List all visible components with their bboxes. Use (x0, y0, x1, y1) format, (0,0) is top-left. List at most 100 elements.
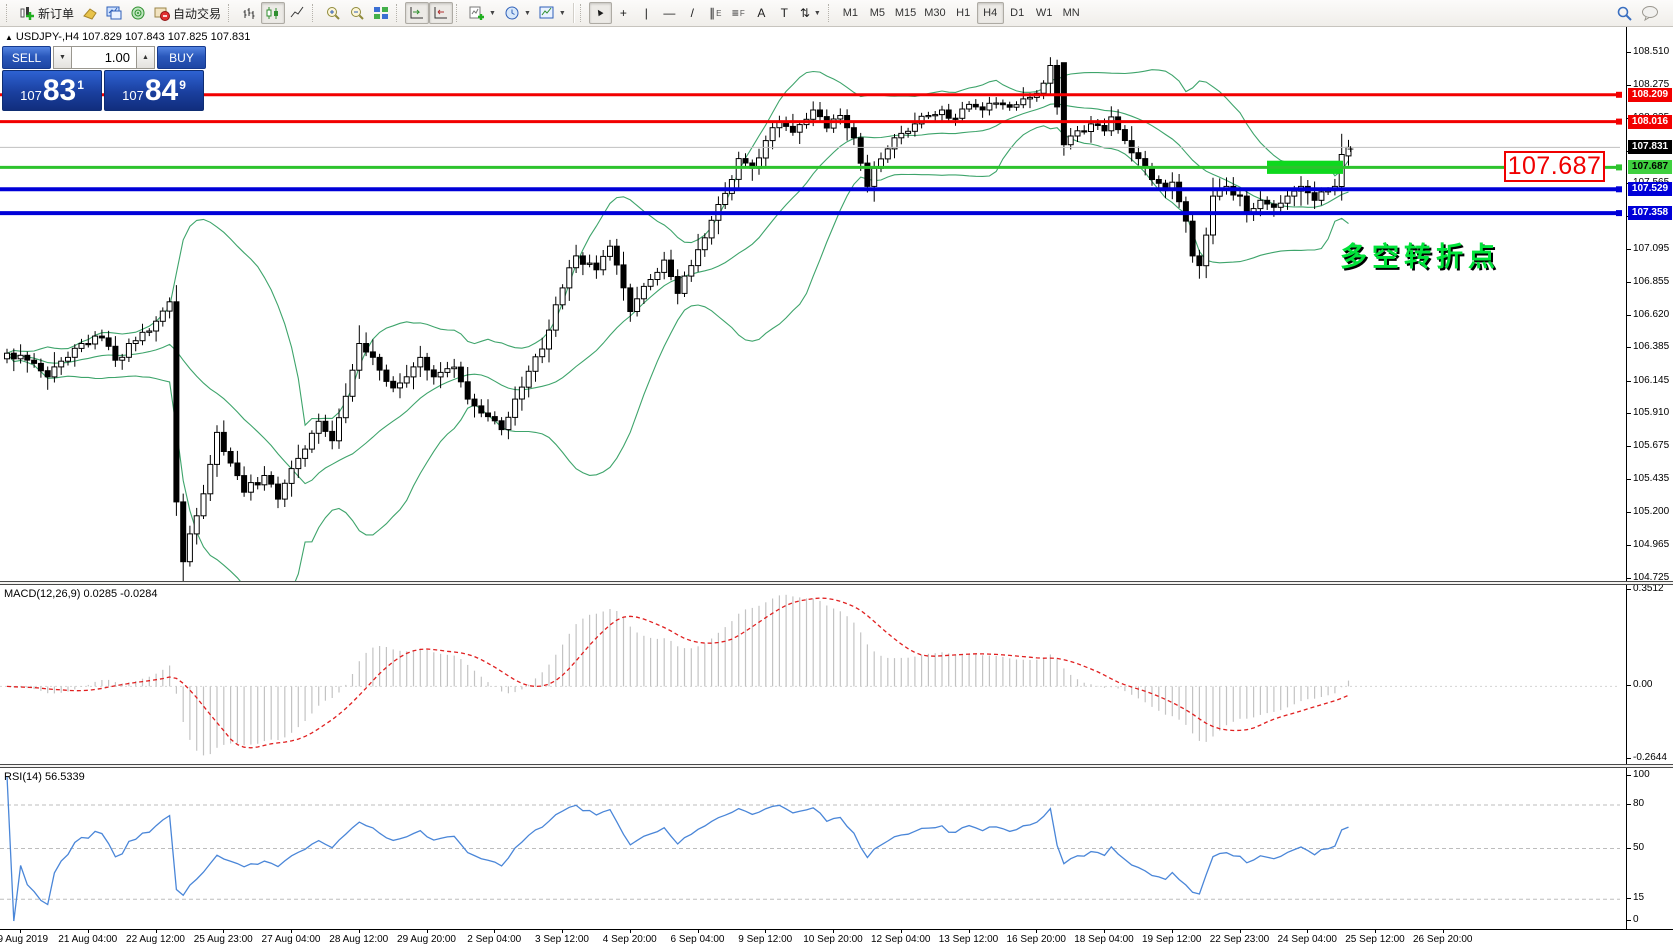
timeframe-M1-button[interactable]: M1 (837, 2, 864, 24)
new-order-button[interactable]: 新订单 (15, 2, 78, 24)
pane-separator[interactable] (0, 581, 1673, 585)
price-callout-box[interactable]: 107.687 (1504, 151, 1605, 182)
dropdown-caret-icon: ▼ (814, 10, 821, 17)
price-tick: 106.385 (1633, 341, 1669, 352)
price-tick: 107.095 (1633, 243, 1669, 254)
time-tick-mark (88, 930, 89, 933)
time-tick-mark (223, 930, 224, 933)
tool-crosshair-button[interactable]: + (612, 2, 635, 24)
rsi-label: RSI(14) 56.5339 (4, 771, 85, 783)
dropdown-caret-icon: ▼ (489, 10, 496, 17)
indicators-icon (469, 5, 485, 21)
volume-field[interactable]: 1.00 (72, 46, 136, 69)
timeframe-H1-button[interactable]: H1 (950, 2, 977, 24)
market-watch-button[interactable] (102, 2, 126, 24)
price-tick: 106.145 (1633, 375, 1669, 386)
toolbar-grip (456, 4, 462, 22)
zoom-in-button[interactable] (321, 2, 345, 24)
rsi-canvas[interactable] (0, 768, 1627, 929)
line-chart-icon (289, 5, 305, 21)
mouse-crosshair: + (1347, 142, 1354, 156)
tool-horizontal-line-button[interactable]: — (658, 2, 681, 24)
time-tick-label: 25 Aug 23:00 (194, 934, 253, 945)
price-line-badge: 108.209 (1628, 88, 1672, 102)
time-tick-mark (359, 930, 360, 933)
buy-button[interactable]: BUY (157, 46, 206, 69)
price-line-badge: 107.687 (1628, 160, 1672, 174)
timeframe-M30-button[interactable]: M30 (920, 2, 949, 24)
price-tick: 105.675 (1633, 440, 1669, 451)
auto-scroll-button[interactable] (405, 2, 429, 24)
symbol-ohlc-text: USDJPY-,H4 107.829 107.843 107.825 107.8… (16, 31, 250, 43)
new-order-icon (19, 5, 35, 21)
time-tick-label: 3 Sep 12:00 (535, 934, 589, 945)
macd-tick: -0.2644 (1633, 752, 1667, 763)
bar-chart-button[interactable] (237, 2, 261, 24)
tool-vertical-line-button[interactable]: | (635, 2, 658, 24)
main-chart-canvas[interactable] (0, 27, 1627, 581)
macd-canvas[interactable] (0, 585, 1627, 764)
trendline-icon: / (691, 7, 694, 19)
time-tick-mark (1240, 930, 1241, 933)
buy-price-button[interactable]: 107849 (104, 70, 204, 111)
templates-button[interactable]: ▼ (535, 2, 570, 24)
tile-windows-icon (373, 5, 389, 21)
timeframe-D1-button[interactable]: D1 (1004, 2, 1031, 24)
tool-text-label-button[interactable]: T (773, 2, 796, 24)
time-tick-label: 29 Aug 20:00 (397, 934, 456, 945)
pane-separator[interactable] (0, 764, 1673, 768)
timeframe-H4-button[interactable]: H4 (977, 2, 1004, 24)
tool-text-button[interactable]: A (750, 2, 773, 24)
search-button[interactable] (1612, 2, 1637, 24)
timeframe-MN-button[interactable]: MN (1058, 2, 1085, 24)
time-tick-label: 26 Sep 20:00 (1413, 934, 1473, 945)
toolbox-button[interactable] (126, 2, 150, 24)
line-chart-button[interactable] (285, 2, 309, 24)
toolbar-grip (228, 4, 234, 22)
chart-shift-button[interactable] (429, 2, 453, 24)
time-tick-mark (833, 930, 834, 933)
toolbar-grip (828, 4, 834, 22)
crosshair-icon: + (620, 7, 627, 19)
chat-bubble-icon (1641, 5, 1660, 21)
tile-windows-button[interactable] (369, 2, 393, 24)
sell-button[interactable]: SELL (2, 46, 51, 69)
market-watch-icon (106, 5, 122, 21)
timeframe-W1-button[interactable]: W1 (1031, 2, 1058, 24)
tool-cursor-button[interactable]: ▲ (589, 2, 612, 24)
tool-arrows-button[interactable]: ⇅▼ (796, 2, 825, 24)
symbol-header: ▲USDJPY-,H4 107.829 107.843 107.825 107.… (5, 31, 250, 43)
sell-price-big: 83 (43, 74, 76, 108)
buy-price-pip: 9 (179, 78, 186, 92)
periods-button[interactable]: ▼ (500, 2, 535, 24)
tool-equidistant-channel-button[interactable]: ∥E (704, 2, 727, 24)
indicators-button[interactable]: ▼ (465, 2, 500, 24)
sell-price-button[interactable]: 107831 (2, 70, 102, 111)
time-tick-mark (1375, 930, 1376, 933)
price-tick: 105.910 (1633, 407, 1669, 418)
text-icon: A (757, 7, 765, 19)
price-tick: 104.965 (1633, 539, 1669, 550)
timeframe-M5-button[interactable]: M5 (864, 2, 891, 24)
timeframe-M15-button[interactable]: M15 (891, 2, 920, 24)
community-button[interactable] (1637, 2, 1664, 24)
price-tick: 105.435 (1633, 473, 1669, 484)
price-axis-line (1626, 27, 1627, 930)
autotrading-button[interactable]: 自动交易 (150, 2, 225, 24)
turning-point-annotation[interactable]: 多空转折点 (1340, 235, 1500, 274)
time-tick-mark (1036, 930, 1037, 933)
auto-scroll-icon (409, 5, 425, 21)
profiles-button[interactable] (78, 2, 102, 24)
volume-decrease-button[interactable]: ▼ (53, 46, 72, 69)
cursor-icon: ▲ (593, 6, 607, 20)
candlestick-chart-button[interactable] (261, 2, 285, 24)
timeframe-toolbar: M1M5M15M30H1H4D1W1MN (837, 2, 1085, 24)
volume-increase-button[interactable]: ▲ (136, 46, 155, 69)
toolbar-grip (396, 4, 402, 22)
collapse-triangle-icon[interactable]: ▲ (5, 33, 13, 42)
zoom-out-button[interactable] (345, 2, 369, 24)
rsi-tick: 15 (1633, 892, 1644, 903)
tool-fibonacci-retracement-button[interactable]: ≡F (727, 2, 750, 24)
templates-icon (539, 5, 555, 21)
tool-trendline-button[interactable]: / (681, 2, 704, 24)
